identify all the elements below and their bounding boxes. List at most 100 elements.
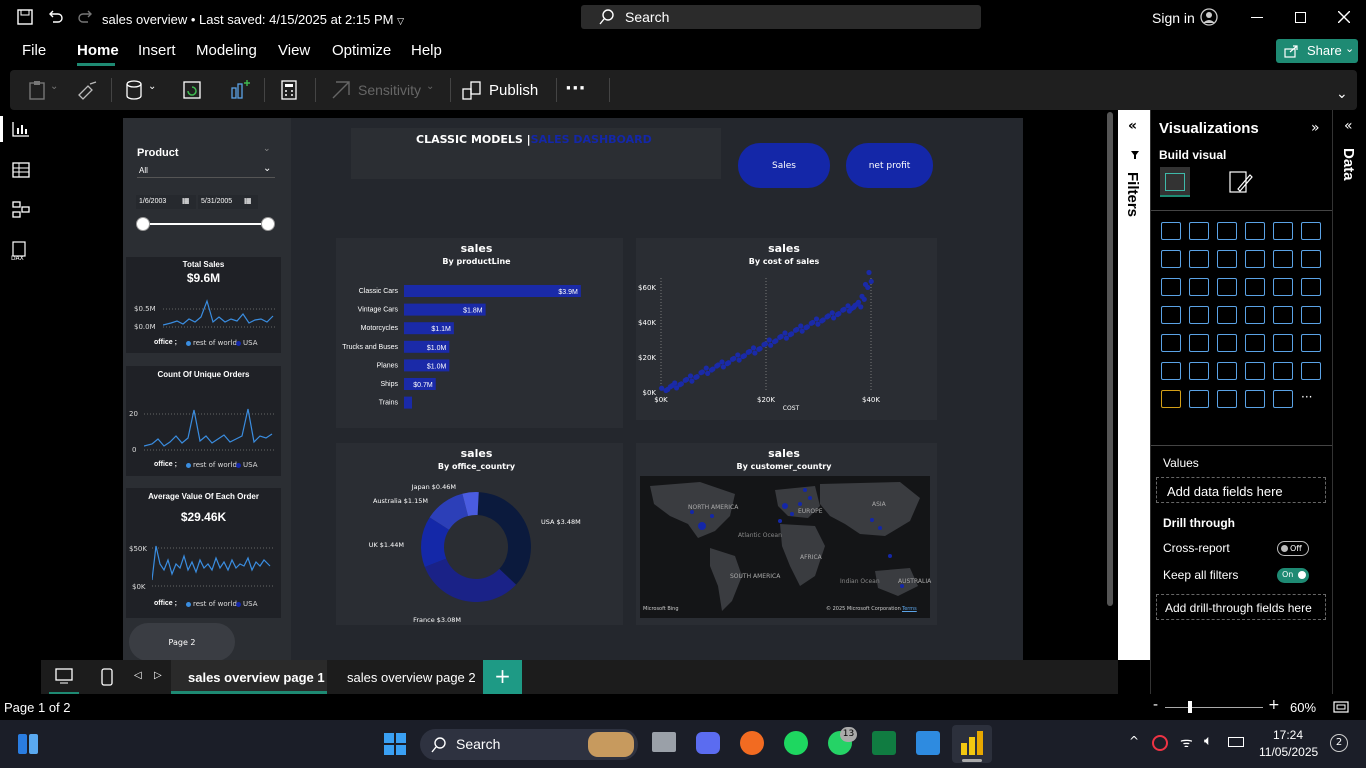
add-page-button[interactable]: + bbox=[483, 660, 522, 694]
prev-page-icon[interactable]: ◁ bbox=[134, 670, 142, 681]
table-view-icon[interactable] bbox=[12, 162, 30, 178]
bar-chart-visual[interactable]: sales By productLine Classic Cars $3.9M Vi… bbox=[336, 238, 623, 428]
show-hidden-icons[interactable]: ^ bbox=[1129, 734, 1139, 748]
widgets-icon[interactable] bbox=[17, 733, 39, 755]
cross-report-toggle[interactable]: Off bbox=[1277, 541, 1309, 556]
minimize-icon[interactable] bbox=[1251, 17, 1263, 19]
photos-icon[interactable] bbox=[916, 731, 940, 755]
get-data-icon[interactable] bbox=[124, 79, 146, 101]
tab-sales-overview-page-1[interactable]: sales overview page 1 bbox=[171, 660, 327, 694]
collapse-pane-icon[interactable]: » bbox=[1311, 120, 1320, 136]
publish-icon[interactable] bbox=[461, 79, 483, 101]
fabric-icon[interactable] bbox=[1273, 390, 1293, 408]
date-slider-handle-end[interactable] bbox=[261, 217, 275, 231]
100-bar-icon[interactable] bbox=[1273, 222, 1293, 240]
card-icon[interactable] bbox=[1161, 334, 1181, 352]
slicer-icon[interactable] bbox=[1301, 334, 1321, 352]
new-visual-icon[interactable] bbox=[229, 79, 251, 101]
area-icon[interactable] bbox=[1189, 250, 1209, 268]
qa-icon[interactable] bbox=[1273, 362, 1293, 380]
paste-icon[interactable] bbox=[28, 79, 50, 101]
publish-button[interactable]: Publish bbox=[489, 82, 538, 99]
more-icon[interactable]: ··· bbox=[1301, 390, 1321, 408]
map-terms-link[interactable]: Terms bbox=[902, 606, 917, 612]
sensitivity-icon[interactable] bbox=[330, 79, 352, 101]
narrative-icon[interactable] bbox=[1301, 362, 1321, 380]
menu-home[interactable]: Home bbox=[77, 42, 119, 59]
search-box[interactable]: Search bbox=[581, 5, 981, 29]
format-visual-icon[interactable] bbox=[1228, 169, 1254, 195]
scatter-icon[interactable] bbox=[1245, 278, 1265, 296]
decomposition-tree-icon[interactable] bbox=[1245, 362, 1265, 380]
menu-optimize[interactable]: Optimize bbox=[332, 42, 391, 59]
menu-file[interactable]: File bbox=[22, 42, 46, 59]
date-slider-handle-start[interactable] bbox=[136, 217, 150, 231]
kpi-icon[interactable] bbox=[1217, 334, 1237, 352]
next-page-icon[interactable]: ▷ bbox=[154, 670, 162, 681]
menu-help[interactable]: Help bbox=[411, 42, 442, 59]
expand-data-icon[interactable]: « bbox=[1344, 118, 1353, 134]
clustered-column-icon[interactable] bbox=[1245, 222, 1265, 240]
stacked-bar-icon[interactable] bbox=[1161, 222, 1181, 240]
share-button[interactable]: Share ⌄ bbox=[1276, 39, 1358, 63]
values-well[interactable]: Add data fields here bbox=[1156, 477, 1326, 503]
save-icon[interactable] bbox=[17, 9, 33, 25]
paginated-icon[interactable] bbox=[1189, 390, 1209, 408]
scatter-chart-visual[interactable]: sales By cost of sales $0K $20K $40K $60K $4… bbox=[636, 238, 937, 420]
waterfall-icon[interactable] bbox=[1273, 250, 1293, 268]
task-view-icon[interactable] bbox=[652, 732, 676, 752]
net-profit-button[interactable]: net profit bbox=[846, 143, 933, 188]
sensitivity-button[interactable]: Sensitivity bbox=[358, 82, 421, 98]
donut-chart-visual[interactable]: sales By office_country USA $3.48M France… bbox=[336, 443, 623, 625]
more-options-icon[interactable]: ··· bbox=[565, 78, 586, 99]
maximize-icon[interactable] bbox=[1295, 12, 1306, 23]
multi-row-card-icon[interactable] bbox=[1189, 334, 1209, 352]
calculator-icon[interactable] bbox=[278, 79, 300, 101]
expand-filters-icon[interactable]: « bbox=[1128, 118, 1137, 134]
power-automate-icon[interactable] bbox=[1245, 390, 1265, 408]
excel-icon[interactable] bbox=[872, 731, 896, 755]
notification-badge[interactable]: 2 bbox=[1330, 734, 1348, 752]
line-column-icon[interactable] bbox=[1301, 250, 1321, 268]
chevron-down-icon[interactable]: ⌄ bbox=[1336, 86, 1348, 102]
fit-to-page-icon[interactable] bbox=[1333, 701, 1349, 713]
zoom-out-button[interactable]: - bbox=[1153, 697, 1158, 713]
menu-view[interactable]: View bbox=[278, 42, 310, 59]
build-visual-tab[interactable] bbox=[1160, 167, 1190, 197]
sign-in-link[interactable]: Sign in bbox=[1152, 10, 1195, 26]
date-to-input[interactable]: 5/31/2005 ▦ bbox=[198, 195, 258, 209]
filters-pane-collapsed[interactable]: « Filters bbox=[1118, 110, 1150, 660]
goals-icon[interactable] bbox=[1161, 390, 1181, 408]
shape-map-icon[interactable] bbox=[1245, 306, 1265, 324]
pie-icon[interactable] bbox=[1273, 278, 1293, 296]
taskbar-search[interactable]: Search bbox=[420, 729, 638, 760]
azure-map-icon[interactable] bbox=[1273, 306, 1293, 324]
redo-icon[interactable] bbox=[78, 9, 94, 25]
format-painter-icon[interactable] bbox=[76, 79, 98, 101]
drill-through-well[interactable]: Add drill-through fields here bbox=[1156, 594, 1326, 620]
report-view-icon[interactable] bbox=[12, 121, 30, 137]
account-icon[interactable] bbox=[1200, 8, 1218, 26]
keep-filters-toggle[interactable]: On bbox=[1277, 568, 1309, 583]
model-view-icon[interactable] bbox=[12, 201, 30, 219]
teams-icon[interactable] bbox=[696, 732, 720, 754]
powerbi-taskbar-button[interactable] bbox=[952, 725, 992, 763]
r-visual-icon[interactable] bbox=[1161, 362, 1181, 380]
document-title[interactable]: sales overview • Last saved: 4/15/2025 a… bbox=[102, 12, 404, 27]
power-apps-icon[interactable] bbox=[1217, 390, 1237, 408]
zoom-slider-track[interactable] bbox=[1165, 707, 1263, 708]
data-pane-collapsed[interactable]: « Data bbox=[1332, 110, 1366, 694]
firefox-icon[interactable] bbox=[740, 731, 764, 755]
refresh-icon[interactable] bbox=[181, 79, 203, 101]
clustered-bar-icon[interactable] bbox=[1217, 222, 1237, 240]
line-icon[interactable] bbox=[1161, 250, 1181, 268]
close-icon[interactable] bbox=[1338, 11, 1350, 23]
line-clustered-icon[interactable] bbox=[1161, 278, 1181, 296]
map-visual[interactable]: sales By customer_country NORTH AMERICA … bbox=[636, 443, 937, 625]
page2-button[interactable]: Page 2 bbox=[129, 623, 235, 661]
start-icon[interactable] bbox=[384, 733, 406, 755]
wifi-icon[interactable]: ᯤ bbox=[1180, 733, 1193, 752]
mobile-layout-icon[interactable] bbox=[101, 668, 113, 686]
dax-query-icon[interactable]: DAX bbox=[10, 241, 30, 261]
volume-icon[interactable]: 🔈︎ bbox=[1204, 733, 1212, 749]
